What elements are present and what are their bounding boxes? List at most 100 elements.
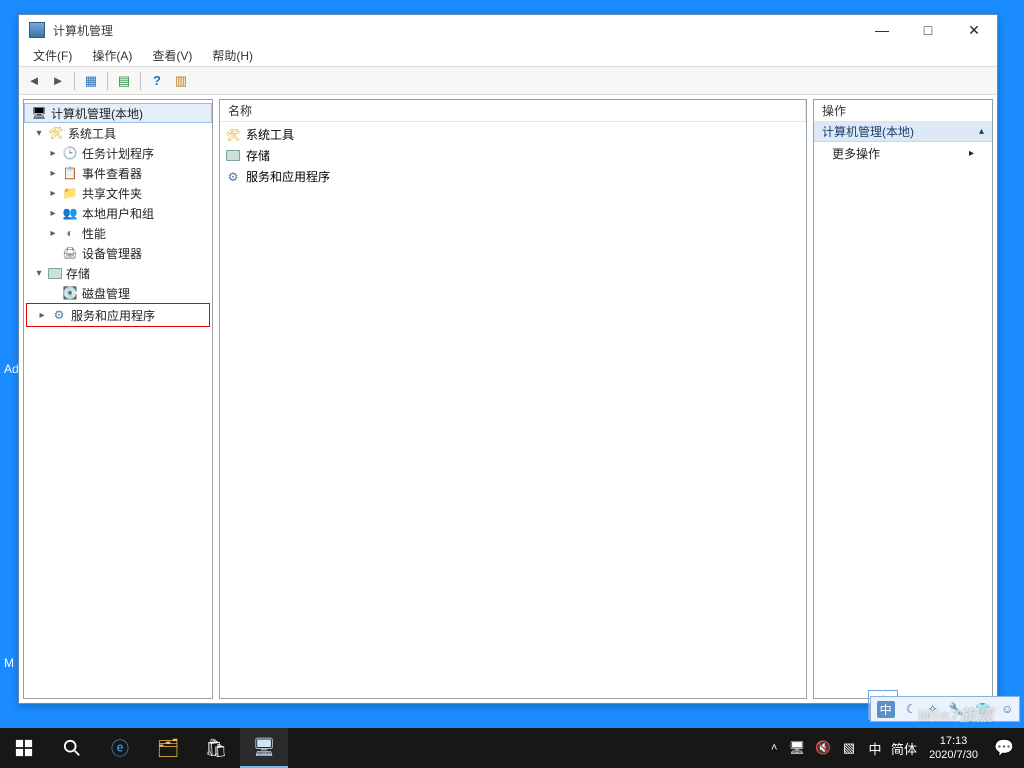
- chevron-down-icon[interactable]: ▾: [32, 126, 46, 140]
- chevron-right-icon[interactable]: ▸: [46, 166, 60, 180]
- back-button[interactable]: ◄: [23, 70, 45, 92]
- taskbar-compmgmt[interactable]: 🖥: [240, 728, 288, 768]
- taskbar-store[interactable]: 🛍: [192, 728, 240, 768]
- clock-icon: 🕒: [62, 145, 78, 161]
- action-pane: 操作 计算机管理(本地) ▴ 更多操作 ▸: [813, 99, 993, 699]
- compmgmt-window: 计算机管理 — □ ✕ 文件(F) 操作(A) 查看(V) 帮助(H) ◄ ► …: [18, 14, 998, 704]
- chevron-right-icon[interactable]: ▸: [46, 206, 60, 220]
- tree-local-users[interactable]: ▸ 👥 本地用户和组: [24, 203, 212, 223]
- action-more[interactable]: 更多操作 ▸: [814, 142, 992, 164]
- tray-display-icon[interactable]: 🖥: [787, 740, 807, 756]
- device-icon: 🖨: [62, 245, 78, 261]
- list-item-system-tools[interactable]: 🛠 系统工具: [224, 124, 802, 145]
- action-section[interactable]: 计算机管理(本地) ▴: [814, 122, 992, 142]
- tree-shared-folders[interactable]: ▸ 📁 共享文件夹: [24, 183, 212, 203]
- window-title: 计算机管理: [53, 22, 859, 39]
- tree-task-scheduler[interactable]: ▸ 🕒 任务计划程序: [24, 143, 212, 163]
- tray-volume-icon[interactable]: 🔇: [813, 740, 833, 756]
- shared-icon: 📁: [62, 185, 78, 201]
- column-name[interactable]: 名称: [220, 100, 806, 121]
- perf-icon: ◐: [62, 225, 78, 241]
- tray-ime-lang[interactable]: 中: [865, 739, 885, 758]
- notification-button[interactable]: 💬: [990, 728, 1018, 768]
- list-body: 🛠 系统工具 存储 ⚙ 服务和应用程序: [220, 122, 806, 189]
- taskbar-clock[interactable]: 17:13 2020/7/30: [923, 734, 984, 762]
- tree-label: 设备管理器: [82, 245, 142, 262]
- help-button[interactable]: ?: [146, 70, 168, 92]
- tree-label: 磁盘管理: [82, 285, 130, 302]
- desktop-icon-label: M: [4, 656, 18, 670]
- tree-label: 系统工具: [68, 125, 116, 142]
- tree-performance[interactable]: ▸ ◐ 性能: [24, 223, 212, 243]
- list-item-services[interactable]: ⚙ 服务和应用程序: [224, 166, 802, 187]
- tree-root[interactable]: 🖥 计算机管理(本地): [24, 103, 212, 123]
- menu-view[interactable]: 查看(V): [142, 45, 202, 66]
- chevron-down-icon[interactable]: ▾: [32, 266, 46, 280]
- tree-label: 性能: [82, 225, 106, 242]
- action-section-label: 计算机管理(本地): [822, 123, 914, 140]
- tray-ime-mode[interactable]: 简体: [891, 739, 917, 758]
- tree-label: 存储: [66, 265, 90, 282]
- forward-button[interactable]: ►: [47, 70, 69, 92]
- chevron-right-icon[interactable]: ▸: [35, 308, 49, 322]
- separator: [74, 72, 75, 90]
- app-icon: [29, 22, 45, 38]
- ime-ch-icon[interactable]: 中: [877, 701, 895, 718]
- compmgmt-icon: 🖥: [31, 105, 47, 121]
- ime-moon-icon[interactable]: ☾: [906, 702, 917, 716]
- maximize-button[interactable]: □: [905, 15, 951, 45]
- tree-storage[interactable]: ▾ 存储: [24, 263, 212, 283]
- system-tray: ˄ 🖥 🔇 ▧ 中 简体 17:13 2020/7/30 💬: [771, 728, 1024, 768]
- ime-skin-icon[interactable]: 👕: [975, 702, 990, 716]
- ime-toolbar[interactable]: 中 ☾ ✧ 🔧 👕 ☺: [870, 696, 1020, 722]
- action-more-label: 更多操作: [832, 145, 880, 162]
- tree-root-label: 计算机管理(本地): [51, 105, 143, 122]
- menu-file[interactable]: 文件(F): [23, 45, 82, 66]
- event-icon: 📋: [62, 165, 78, 181]
- tray-overflow-button[interactable]: ˄: [771, 742, 781, 754]
- ime-tools-icon[interactable]: ✧: [928, 702, 938, 716]
- tree-disk-management[interactable]: 💽 磁盘管理: [24, 283, 212, 303]
- chevron-right-icon[interactable]: ▸: [46, 186, 60, 200]
- show-hide-tree-button[interactable]: ▦: [80, 70, 102, 92]
- chevron-right-icon[interactable]: ▸: [46, 146, 60, 160]
- client-area: 🖥 计算机管理(本地) ▾ 🛠 系统工具 ▸ 🕒 任务计划程序: [21, 97, 995, 701]
- properties-button[interactable]: ▤: [113, 70, 135, 92]
- taskbar-edge[interactable]: ⓔ: [96, 728, 144, 768]
- action-pane-button[interactable]: ▥: [170, 70, 192, 92]
- list-item-label: 存储: [246, 147, 270, 164]
- list-item-storage[interactable]: 存储: [224, 145, 802, 166]
- chevron-right-icon[interactable]: ▸: [46, 226, 60, 240]
- tree-label: 共享文件夹: [82, 185, 142, 202]
- search-button[interactable]: [48, 728, 96, 768]
- tools-icon: 🛠: [48, 125, 64, 141]
- windows-icon: [15, 739, 33, 757]
- storage-icon: [224, 147, 242, 165]
- close-button[interactable]: ✕: [951, 15, 997, 45]
- desktop-icon-label: Ad: [4, 362, 18, 376]
- tools-icon: 🛠: [224, 126, 242, 144]
- title-bar[interactable]: 计算机管理 — □ ✕: [19, 15, 997, 45]
- tree-event-viewer[interactable]: ▸ 📋 事件查看器: [24, 163, 212, 183]
- tree-services-apps[interactable]: ▸ ⚙ 服务和应用程序: [27, 305, 209, 325]
- chevron-right-icon: ▸: [969, 148, 974, 159]
- menu-help[interactable]: 帮助(H): [202, 45, 263, 66]
- tray-network-icon[interactable]: ▧: [839, 740, 859, 756]
- ime-smile-icon[interactable]: ☺: [1001, 702, 1013, 716]
- tree-device-manager[interactable]: 🖨 设备管理器: [24, 243, 212, 263]
- list-item-label: 系统工具: [246, 126, 294, 143]
- search-icon: [63, 739, 81, 757]
- tree-system-tools[interactable]: ▾ 🛠 系统工具: [24, 123, 212, 143]
- list-pane: 名称 🛠 系统工具 存储 ⚙ 服务和应用程序: [219, 99, 807, 699]
- ime-wrench-icon[interactable]: 🔧: [949, 702, 964, 716]
- menu-action[interactable]: 操作(A): [82, 45, 142, 66]
- tree-label: 任务计划程序: [82, 145, 154, 162]
- disk-icon: 💽: [62, 285, 78, 301]
- list-header: 名称: [220, 100, 806, 122]
- storage-icon: [48, 268, 62, 279]
- start-button[interactable]: [0, 728, 48, 768]
- taskbar-explorer[interactable]: 🗂: [144, 728, 192, 768]
- minimize-button[interactable]: —: [859, 15, 905, 45]
- list-item-label: 服务和应用程序: [246, 168, 330, 185]
- toolbar: ◄ ► ▦ ▤ ? ▥: [19, 67, 997, 95]
